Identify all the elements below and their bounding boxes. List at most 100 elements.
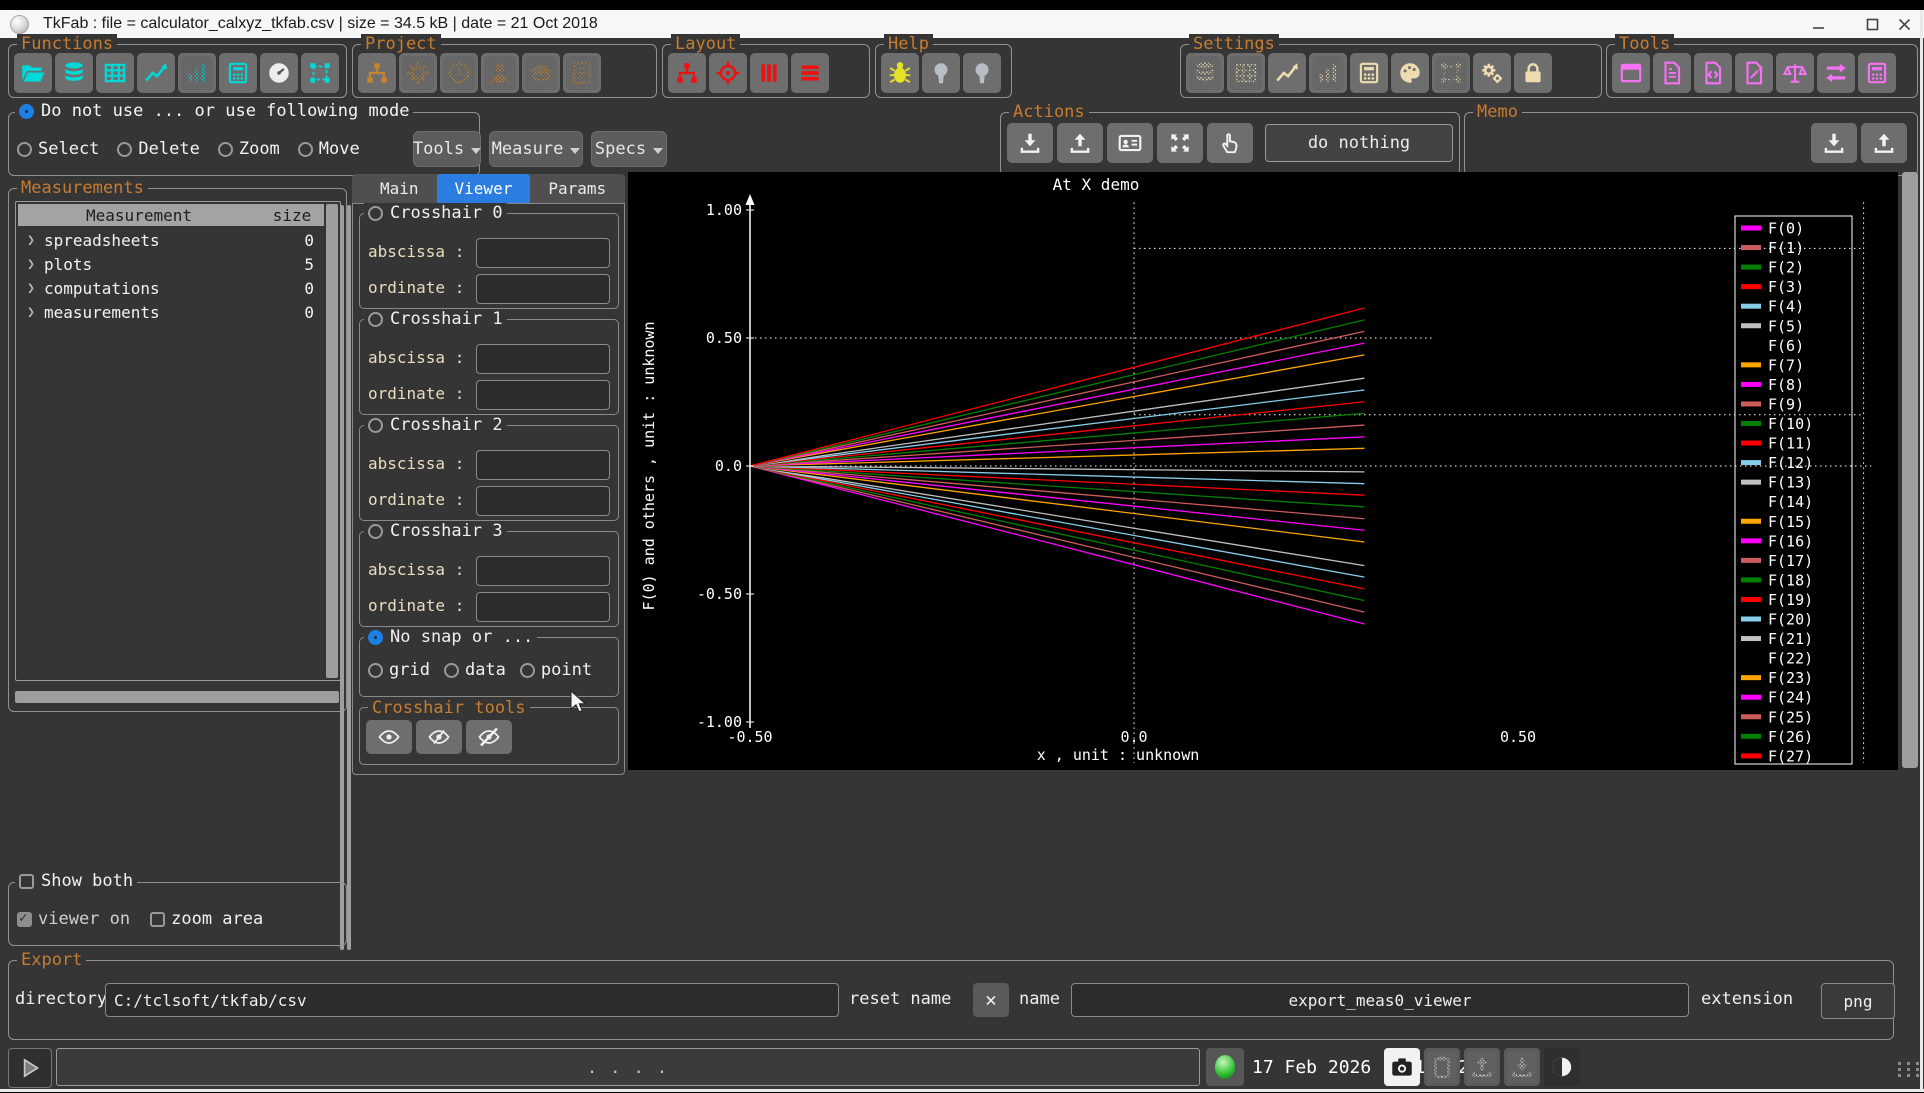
settings-table-button[interactable]: [1227, 53, 1265, 93]
functions-select-frame-button[interactable]: [301, 53, 339, 93]
eye-off-button[interactable]: [466, 720, 512, 754]
extension-select[interactable]: png: [1821, 983, 1895, 1019]
project-person-button[interactable]: [481, 53, 519, 93]
project-gear-button[interactable]: [399, 53, 437, 93]
functions-calculator-button[interactable]: [219, 53, 257, 93]
chevron-right-icon[interactable]: ❯: [18, 305, 44, 320]
specs-menu-button[interactable]: Specs: [591, 131, 667, 167]
crosshair-1-ordinate-input[interactable]: [476, 380, 610, 410]
panel-scrollbar-inner[interactable]: [347, 205, 351, 950]
layout-horizontal-bars-button[interactable]: [791, 53, 829, 93]
settings-gears-button[interactable]: [1473, 53, 1511, 93]
mode-zoom-radio[interactable]: [218, 142, 233, 157]
table-row[interactable]: ❯measurements0: [18, 300, 324, 324]
help-bulb-button[interactable]: [963, 53, 1001, 93]
tools-code-file-button[interactable]: [1694, 53, 1732, 93]
crosshair-0-radio[interactable]: [368, 206, 383, 221]
viewer-on-checkbox[interactable]: [17, 912, 32, 927]
snap-point-radio[interactable]: [520, 663, 535, 678]
crosshair-1-abscissa-input[interactable]: [476, 344, 610, 374]
panel-scrollbar-outer[interactable]: [340, 205, 344, 950]
tools-scales-button[interactable]: [1776, 53, 1814, 93]
tab-main[interactable]: Main: [362, 174, 437, 203]
chevron-right-icon[interactable]: ❯: [18, 281, 44, 296]
close-button[interactable]: [1884, 10, 1924, 38]
tab-params[interactable]: Params: [530, 174, 624, 203]
eye-partial-button[interactable]: [416, 720, 462, 754]
tools-calculator-button[interactable]: [1858, 53, 1896, 93]
status-upload-button[interactable]: [1464, 1048, 1500, 1086]
functions-bar-chart-button[interactable]: [178, 53, 216, 93]
crosshair-2-abscissa-input[interactable]: [476, 450, 610, 480]
measurements-list[interactable]: Measurement size ❯spreadsheets0❯plots5❯c…: [15, 201, 341, 681]
tab-viewer[interactable]: Viewer: [437, 174, 531, 203]
tools-document-button[interactable]: [1653, 53, 1691, 93]
show-both-checkbox[interactable]: [19, 874, 34, 889]
layout-tree-button[interactable]: [668, 53, 706, 93]
actions-hand-pointer-button[interactable]: [1207, 123, 1253, 163]
settings-palette-button[interactable]: [1391, 53, 1429, 93]
do-not-use-radio[interactable]: [19, 104, 34, 119]
plot-vertical-scrollbar[interactable]: [1902, 172, 1918, 768]
directory-input[interactable]: [105, 983, 839, 1017]
table-row[interactable]: ❯spreadsheets0: [18, 228, 324, 252]
crosshair-3-radio[interactable]: [368, 524, 383, 539]
project-notebook-button[interactable]: [563, 53, 601, 93]
measurements-horizontal-scrollbar[interactable]: [15, 691, 339, 703]
plot-canvas[interactable]: 1.000.500.0-0.50-1.00-0.500.00.50At X de…: [628, 172, 1898, 770]
status-camera-button[interactable]: [1384, 1048, 1420, 1086]
crosshair-2-radio[interactable]: [368, 418, 383, 433]
snap-data-radio[interactable]: [444, 663, 459, 678]
actions-download-button[interactable]: [1007, 123, 1053, 163]
actions-id-card-button[interactable]: [1107, 123, 1153, 163]
settings-line-chart-button[interactable]: [1268, 53, 1306, 93]
settings-bar-chart-button[interactable]: [1309, 53, 1347, 93]
status-toggle-button[interactable]: [1544, 1048, 1580, 1086]
functions-gauge-button[interactable]: [260, 53, 298, 93]
crosshair-0-ordinate-input[interactable]: [476, 274, 610, 304]
tools-menu-button[interactable]: Tools: [413, 131, 481, 167]
resize-grip[interactable]: [1898, 1062, 1922, 1077]
tools-swap-arrows-button[interactable]: [1817, 53, 1855, 93]
functions-line-chart-button[interactable]: [137, 53, 175, 93]
mode-delete-radio[interactable]: [117, 142, 132, 157]
eye-button[interactable]: [366, 720, 412, 754]
crosshair-0-abscissa-input[interactable]: [476, 238, 610, 268]
help-bug-button[interactable]: [881, 53, 919, 93]
project-tree-button[interactable]: [358, 53, 396, 93]
do-nothing-button[interactable]: do nothing: [1265, 124, 1453, 162]
help-bulb-button[interactable]: [922, 53, 960, 93]
status-download-button[interactable]: [1504, 1048, 1540, 1086]
measure-menu-button[interactable]: Measure: [489, 131, 583, 167]
mode-select-radio[interactable]: [17, 142, 32, 157]
project-graduation-cap-button[interactable]: [522, 53, 560, 93]
actions-upload-button[interactable]: [1057, 123, 1103, 163]
project-clock-button[interactable]: [440, 53, 478, 93]
chevron-right-icon[interactable]: ❯: [18, 233, 44, 248]
reset-name-button[interactable]: ✕: [973, 983, 1009, 1017]
chevron-right-icon[interactable]: ❯: [18, 257, 44, 272]
memo-download-button[interactable]: [1811, 123, 1857, 163]
measurements-vertical-scrollbar[interactable]: [326, 204, 338, 678]
crosshair-2-ordinate-input[interactable]: [476, 486, 610, 516]
functions-database-button[interactable]: [55, 53, 93, 93]
no-snap-radio[interactable]: [368, 630, 383, 645]
minimize-button[interactable]: [1798, 10, 1838, 38]
run-button[interactable]: [8, 1048, 52, 1088]
functions-folder-open-button[interactable]: [14, 53, 52, 93]
crosshair-3-abscissa-input[interactable]: [476, 556, 610, 586]
functions-table-button[interactable]: [96, 53, 134, 93]
settings-select-frame-button[interactable]: [1432, 53, 1470, 93]
crosshair-1-radio[interactable]: [368, 312, 383, 327]
table-row[interactable]: ❯computations0: [18, 276, 324, 300]
mode-move-radio[interactable]: [298, 142, 313, 157]
table-row[interactable]: ❯plots5: [18, 252, 324, 276]
settings-calculator-button[interactable]: [1350, 53, 1388, 93]
actions-expand-arrows-button[interactable]: [1157, 123, 1203, 163]
settings-database-button[interactable]: [1186, 53, 1224, 93]
layout-target-button[interactable]: [709, 53, 747, 93]
snap-grid-radio[interactable]: [368, 663, 383, 678]
export-name-input[interactable]: [1071, 983, 1689, 1017]
tools-window-button[interactable]: [1612, 53, 1650, 93]
status-clipboard-button[interactable]: [1424, 1048, 1460, 1086]
